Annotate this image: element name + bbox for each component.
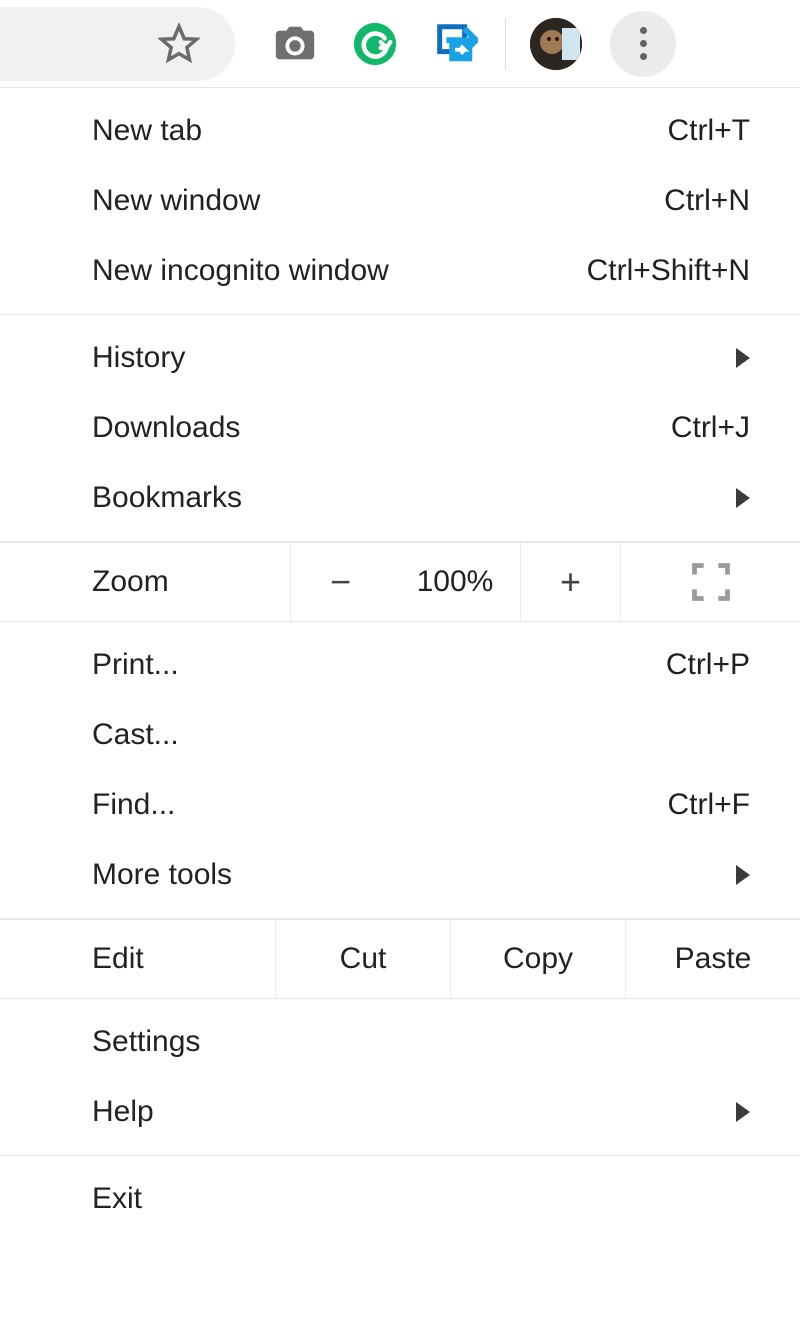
menu-item-label: More tools [92,858,728,892]
menu-item-label: Downloads [92,411,671,445]
edit-label: Edit [0,920,275,998]
more-menu-button[interactable] [610,11,676,77]
menu-item-shortcut: Ctrl+T [668,114,751,148]
menu-section-settings: Settings Help [0,999,800,1156]
menu-section-history: History Downloads Ctrl+J Bookmarks [0,315,800,542]
menu-edit-row: Edit Cut Copy Paste [0,919,800,999]
menu-item-new-tab[interactable]: New tab Ctrl+T [0,96,800,166]
submenu-arrow-icon [736,1102,750,1122]
grammarly-icon[interactable] [349,18,401,70]
menu-item-history[interactable]: History [0,323,800,393]
submenu-arrow-icon [736,348,750,368]
menu-item-shortcut: Ctrl+P [666,648,750,682]
menu-item-shortcut: Ctrl+F [668,788,751,822]
menu-item-label: New window [92,184,664,218]
menu-item-label: Exit [92,1182,750,1216]
export-icon[interactable] [429,18,481,70]
menu-item-shortcut: Ctrl+N [664,184,750,218]
address-bar-end [0,7,235,81]
menu-item-cast[interactable]: Cast... [0,700,800,770]
edit-copy-button[interactable]: Copy [450,920,625,998]
menu-item-print[interactable]: Print... Ctrl+P [0,630,800,700]
more-icon [640,24,647,63]
browser-toolbar [0,0,800,88]
profile-avatar[interactable] [530,18,582,70]
menu-item-label: Find... [92,788,668,822]
edit-paste-button[interactable]: Paste [625,920,800,998]
menu-item-settings[interactable]: Settings [0,1007,800,1077]
zoom-in-button[interactable]: + [520,543,620,621]
menu-item-label: Cast... [92,718,750,752]
menu-item-shortcut: Ctrl+J [671,411,750,445]
menu-item-label: Settings [92,1025,750,1059]
menu-item-label: History [92,341,728,375]
menu-item-label: New tab [92,114,668,148]
menu-item-label: Help [92,1095,728,1129]
edit-cut-button[interactable]: Cut [275,920,450,998]
menu-item-shortcut: Ctrl+Shift+N [587,254,750,288]
chrome-main-menu: New tab Ctrl+T New window Ctrl+N New inc… [0,88,800,1242]
menu-item-label: New incognito window [92,254,587,288]
star-icon[interactable] [153,18,205,70]
menu-item-exit[interactable]: Exit [0,1164,800,1234]
zoom-out-button[interactable]: − [290,543,390,621]
menu-item-new-window[interactable]: New window Ctrl+N [0,166,800,236]
menu-item-help[interactable]: Help [0,1077,800,1147]
menu-section-exit: Exit [0,1156,800,1242]
menu-section-tools: Print... Ctrl+P Cast... Find... Ctrl+F M… [0,622,800,919]
submenu-arrow-icon [736,488,750,508]
toolbar-separator [505,18,506,70]
zoom-value: 100% [390,543,520,621]
submenu-arrow-icon [736,865,750,885]
camera-icon[interactable] [269,18,321,70]
fullscreen-button[interactable] [620,543,800,621]
menu-item-more-tools[interactable]: More tools [0,840,800,910]
menu-section-new: New tab Ctrl+T New window Ctrl+N New inc… [0,88,800,315]
menu-item-bookmarks[interactable]: Bookmarks [0,463,800,533]
zoom-label: Zoom [0,543,290,621]
menu-item-new-incognito[interactable]: New incognito window Ctrl+Shift+N [0,236,800,306]
menu-item-find[interactable]: Find... Ctrl+F [0,770,800,840]
menu-item-label: Bookmarks [92,481,728,515]
menu-zoom-row: Zoom − 100% + [0,542,800,622]
menu-item-label: Print... [92,648,666,682]
menu-item-downloads[interactable]: Downloads Ctrl+J [0,393,800,463]
